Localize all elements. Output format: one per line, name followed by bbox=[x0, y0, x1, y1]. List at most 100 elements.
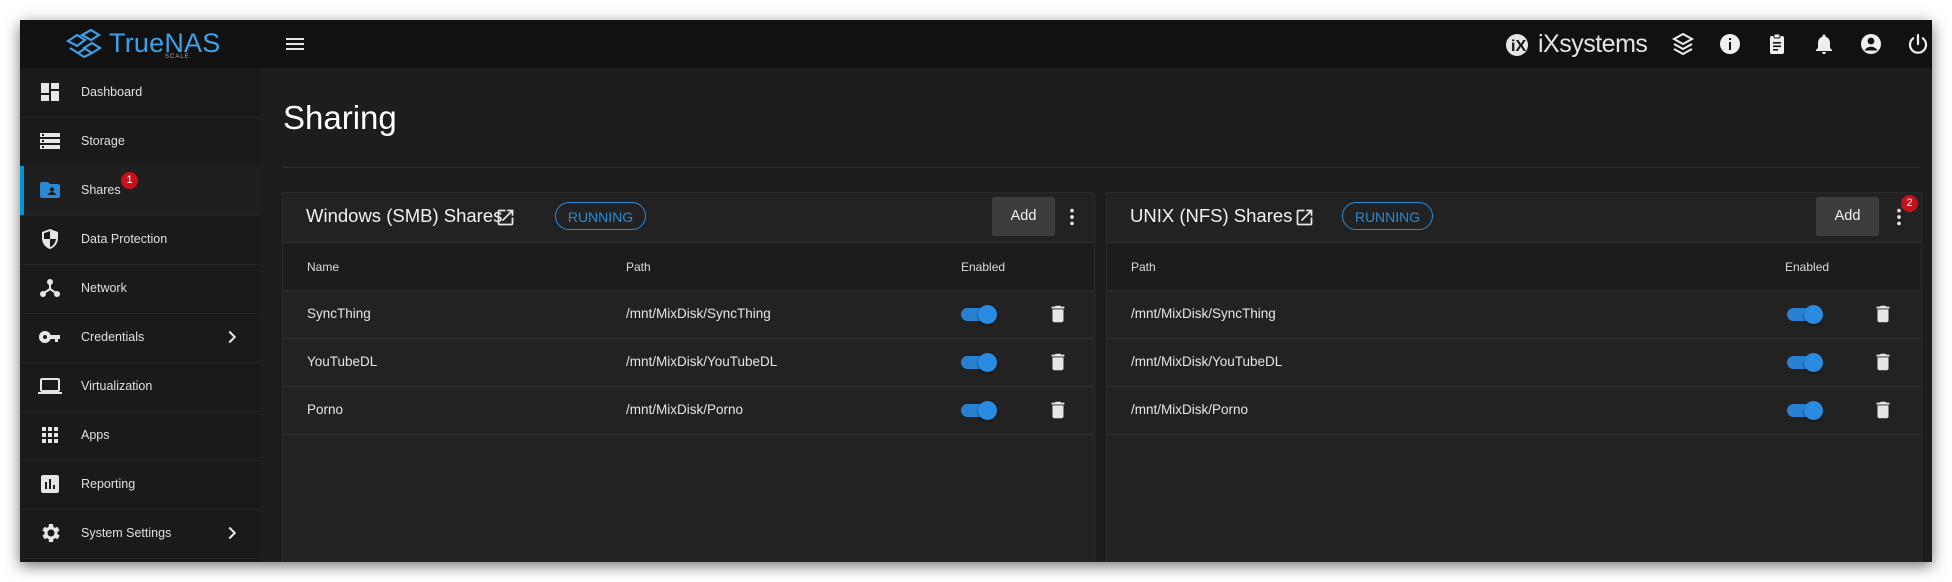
bell-icon[interactable] bbox=[1812, 32, 1836, 56]
column-header-enabled[interactable]: Enabled bbox=[1785, 260, 1829, 274]
table-row: SyncThing /mnt/MixDisk/SyncThing bbox=[283, 291, 1094, 339]
enabled-toggle[interactable] bbox=[1787, 305, 1823, 324]
vendor-name: iXsystems bbox=[1538, 30, 1648, 58]
key-icon bbox=[38, 331, 60, 343]
shares-badge: 1 bbox=[121, 172, 138, 189]
chevron-right-icon bbox=[228, 526, 237, 540]
share-path: /mnt/MixDisk/Porno bbox=[1131, 402, 1249, 417]
network-icon bbox=[40, 279, 60, 297]
sidebar-item-label: System Settings bbox=[81, 526, 172, 540]
sidebar-item-apps[interactable]: Apps bbox=[20, 411, 260, 461]
main-content: Sharing Windows (SMB) Shares RUNNING Add… bbox=[260, 68, 1932, 562]
table-row: /mnt/MixDisk/SyncThing bbox=[1107, 291, 1921, 339]
sidebar-item-network[interactable]: Network bbox=[20, 264, 260, 314]
share-path: /mnt/MixDisk/SyncThing bbox=[626, 306, 771, 321]
sidebar-item-dashboard[interactable]: Dashboard bbox=[20, 68, 260, 118]
app-window: TrueNAS SCALE iX iXsystems Dashboard Sto… bbox=[20, 20, 1932, 562]
delete-icon[interactable] bbox=[1872, 351, 1894, 373]
delete-icon[interactable] bbox=[1047, 351, 1069, 373]
share-path: /mnt/MixDisk/YouTubeDL bbox=[626, 354, 778, 369]
table-row: /mnt/MixDisk/Porno bbox=[1107, 387, 1921, 435]
column-header-enabled[interactable]: Enabled bbox=[961, 260, 1005, 274]
sidebar-item-virtualization[interactable]: Virtualization bbox=[20, 362, 260, 412]
delete-icon[interactable] bbox=[1872, 399, 1894, 421]
sidebar-item-data-protection[interactable]: Data Protection bbox=[20, 215, 260, 265]
dashboard-icon bbox=[41, 83, 59, 101]
service-status-chip[interactable]: RUNNING bbox=[555, 202, 646, 230]
sidebar: Dashboard Storage Shares 1 Data Protecti… bbox=[20, 68, 260, 562]
gear-icon bbox=[42, 524, 60, 542]
delete-icon[interactable] bbox=[1047, 399, 1069, 421]
add-button[interactable]: Add bbox=[1816, 197, 1879, 236]
sidebar-item-shares[interactable]: Shares 1 bbox=[20, 166, 260, 216]
enabled-toggle[interactable] bbox=[961, 401, 997, 420]
share-name: Porno bbox=[307, 402, 344, 417]
top-toolbar: TrueNAS SCALE iX iXsystems bbox=[20, 20, 1932, 68]
table-header: Path Enabled bbox=[1107, 243, 1921, 291]
card-title: UNIX (NFS) Shares bbox=[1130, 205, 1293, 226]
menu-icon[interactable] bbox=[283, 32, 307, 56]
enabled-toggle[interactable] bbox=[1787, 353, 1823, 372]
card-title: Windows (SMB) Shares bbox=[306, 205, 503, 226]
apps-grid-icon bbox=[42, 427, 58, 443]
chevron-right-icon bbox=[228, 330, 237, 344]
sidebar-item-label: Reporting bbox=[81, 477, 136, 491]
truenas-logo[interactable]: TrueNAS SCALE bbox=[64, 26, 220, 62]
delete-icon[interactable] bbox=[1872, 303, 1894, 325]
delete-icon[interactable] bbox=[1047, 303, 1069, 325]
laptop-icon bbox=[38, 378, 62, 394]
shares-icon bbox=[40, 182, 60, 198]
sidebar-item-label: Virtualization bbox=[81, 379, 153, 393]
sidebar-item-label: Data Protection bbox=[81, 232, 168, 246]
sidebar-item-reporting[interactable]: Reporting bbox=[20, 460, 260, 510]
power-icon[interactable] bbox=[1906, 32, 1930, 56]
table-row: Porno /mnt/MixDisk/Porno bbox=[283, 387, 1094, 435]
ix-logo-mark-icon: iX bbox=[1506, 34, 1528, 56]
info-icon[interactable] bbox=[1718, 32, 1742, 56]
brand-edition: SCALE bbox=[165, 54, 190, 60]
nfs-shares-card: UNIX (NFS) Shares RUNNING Add 2 Path Ena… bbox=[1106, 192, 1922, 562]
sidebar-item-credentials[interactable]: Credentials bbox=[20, 313, 260, 363]
card-header: UNIX (NFS) Shares RUNNING Add bbox=[1107, 193, 1921, 243]
svg-text:iX: iX bbox=[1511, 38, 1526, 55]
share-path: /mnt/MixDisk/SyncThing bbox=[1131, 306, 1276, 321]
menu-badge: 2 bbox=[1901, 195, 1918, 212]
chart-icon bbox=[41, 475, 59, 493]
smb-shares-card: Windows (SMB) Shares RUNNING Add Name Pa… bbox=[282, 192, 1095, 562]
column-header-path[interactable]: Path bbox=[1131, 260, 1156, 274]
sidebar-item-label: Storage bbox=[81, 134, 125, 148]
table-header: Name Path Enabled bbox=[283, 243, 1094, 291]
service-status-chip[interactable]: RUNNING bbox=[1342, 202, 1433, 230]
divider bbox=[283, 167, 1920, 168]
ixsystems-logo[interactable]: iX iXsystems bbox=[1504, 28, 1648, 60]
storage-icon bbox=[40, 133, 60, 149]
enabled-toggle[interactable] bbox=[961, 353, 997, 372]
share-name: YouTubeDL bbox=[307, 354, 378, 369]
page-title: Sharing bbox=[283, 99, 397, 136]
shield-icon bbox=[42, 229, 58, 249]
truecommand-icon[interactable] bbox=[1671, 32, 1695, 56]
sidebar-item-storage[interactable]: Storage bbox=[20, 117, 260, 167]
sidebar-item-label: Network bbox=[81, 281, 127, 295]
sidebar-item-system-settings[interactable]: System Settings bbox=[20, 509, 260, 559]
sidebar-item-label: Credentials bbox=[81, 330, 145, 344]
sidebar-item-label: Apps bbox=[81, 428, 110, 442]
table-row: /mnt/MixDisk/YouTubeDL bbox=[1107, 339, 1921, 387]
share-path: /mnt/MixDisk/YouTubeDL bbox=[1131, 354, 1283, 369]
open-in-new-icon[interactable] bbox=[495, 207, 516, 228]
add-button[interactable]: Add bbox=[992, 197, 1055, 236]
sidebar-item-label: Dashboard bbox=[81, 85, 143, 99]
clipboard-icon[interactable] bbox=[1765, 32, 1789, 56]
open-in-new-icon[interactable] bbox=[1294, 207, 1315, 228]
table-row: YouTubeDL /mnt/MixDisk/YouTubeDL bbox=[283, 339, 1094, 387]
account-icon[interactable] bbox=[1859, 32, 1883, 56]
share-path: /mnt/MixDisk/Porno bbox=[626, 402, 744, 417]
column-header-path[interactable]: Path bbox=[626, 260, 651, 274]
share-name: SyncThing bbox=[307, 306, 371, 321]
more-vert-icon[interactable] bbox=[1061, 206, 1083, 228]
column-header-name[interactable]: Name bbox=[307, 260, 339, 274]
enabled-toggle[interactable] bbox=[1787, 401, 1823, 420]
sidebar-item-label: Shares bbox=[81, 183, 121, 197]
enabled-toggle[interactable] bbox=[961, 305, 997, 324]
card-header: Windows (SMB) Shares RUNNING Add bbox=[283, 193, 1094, 243]
